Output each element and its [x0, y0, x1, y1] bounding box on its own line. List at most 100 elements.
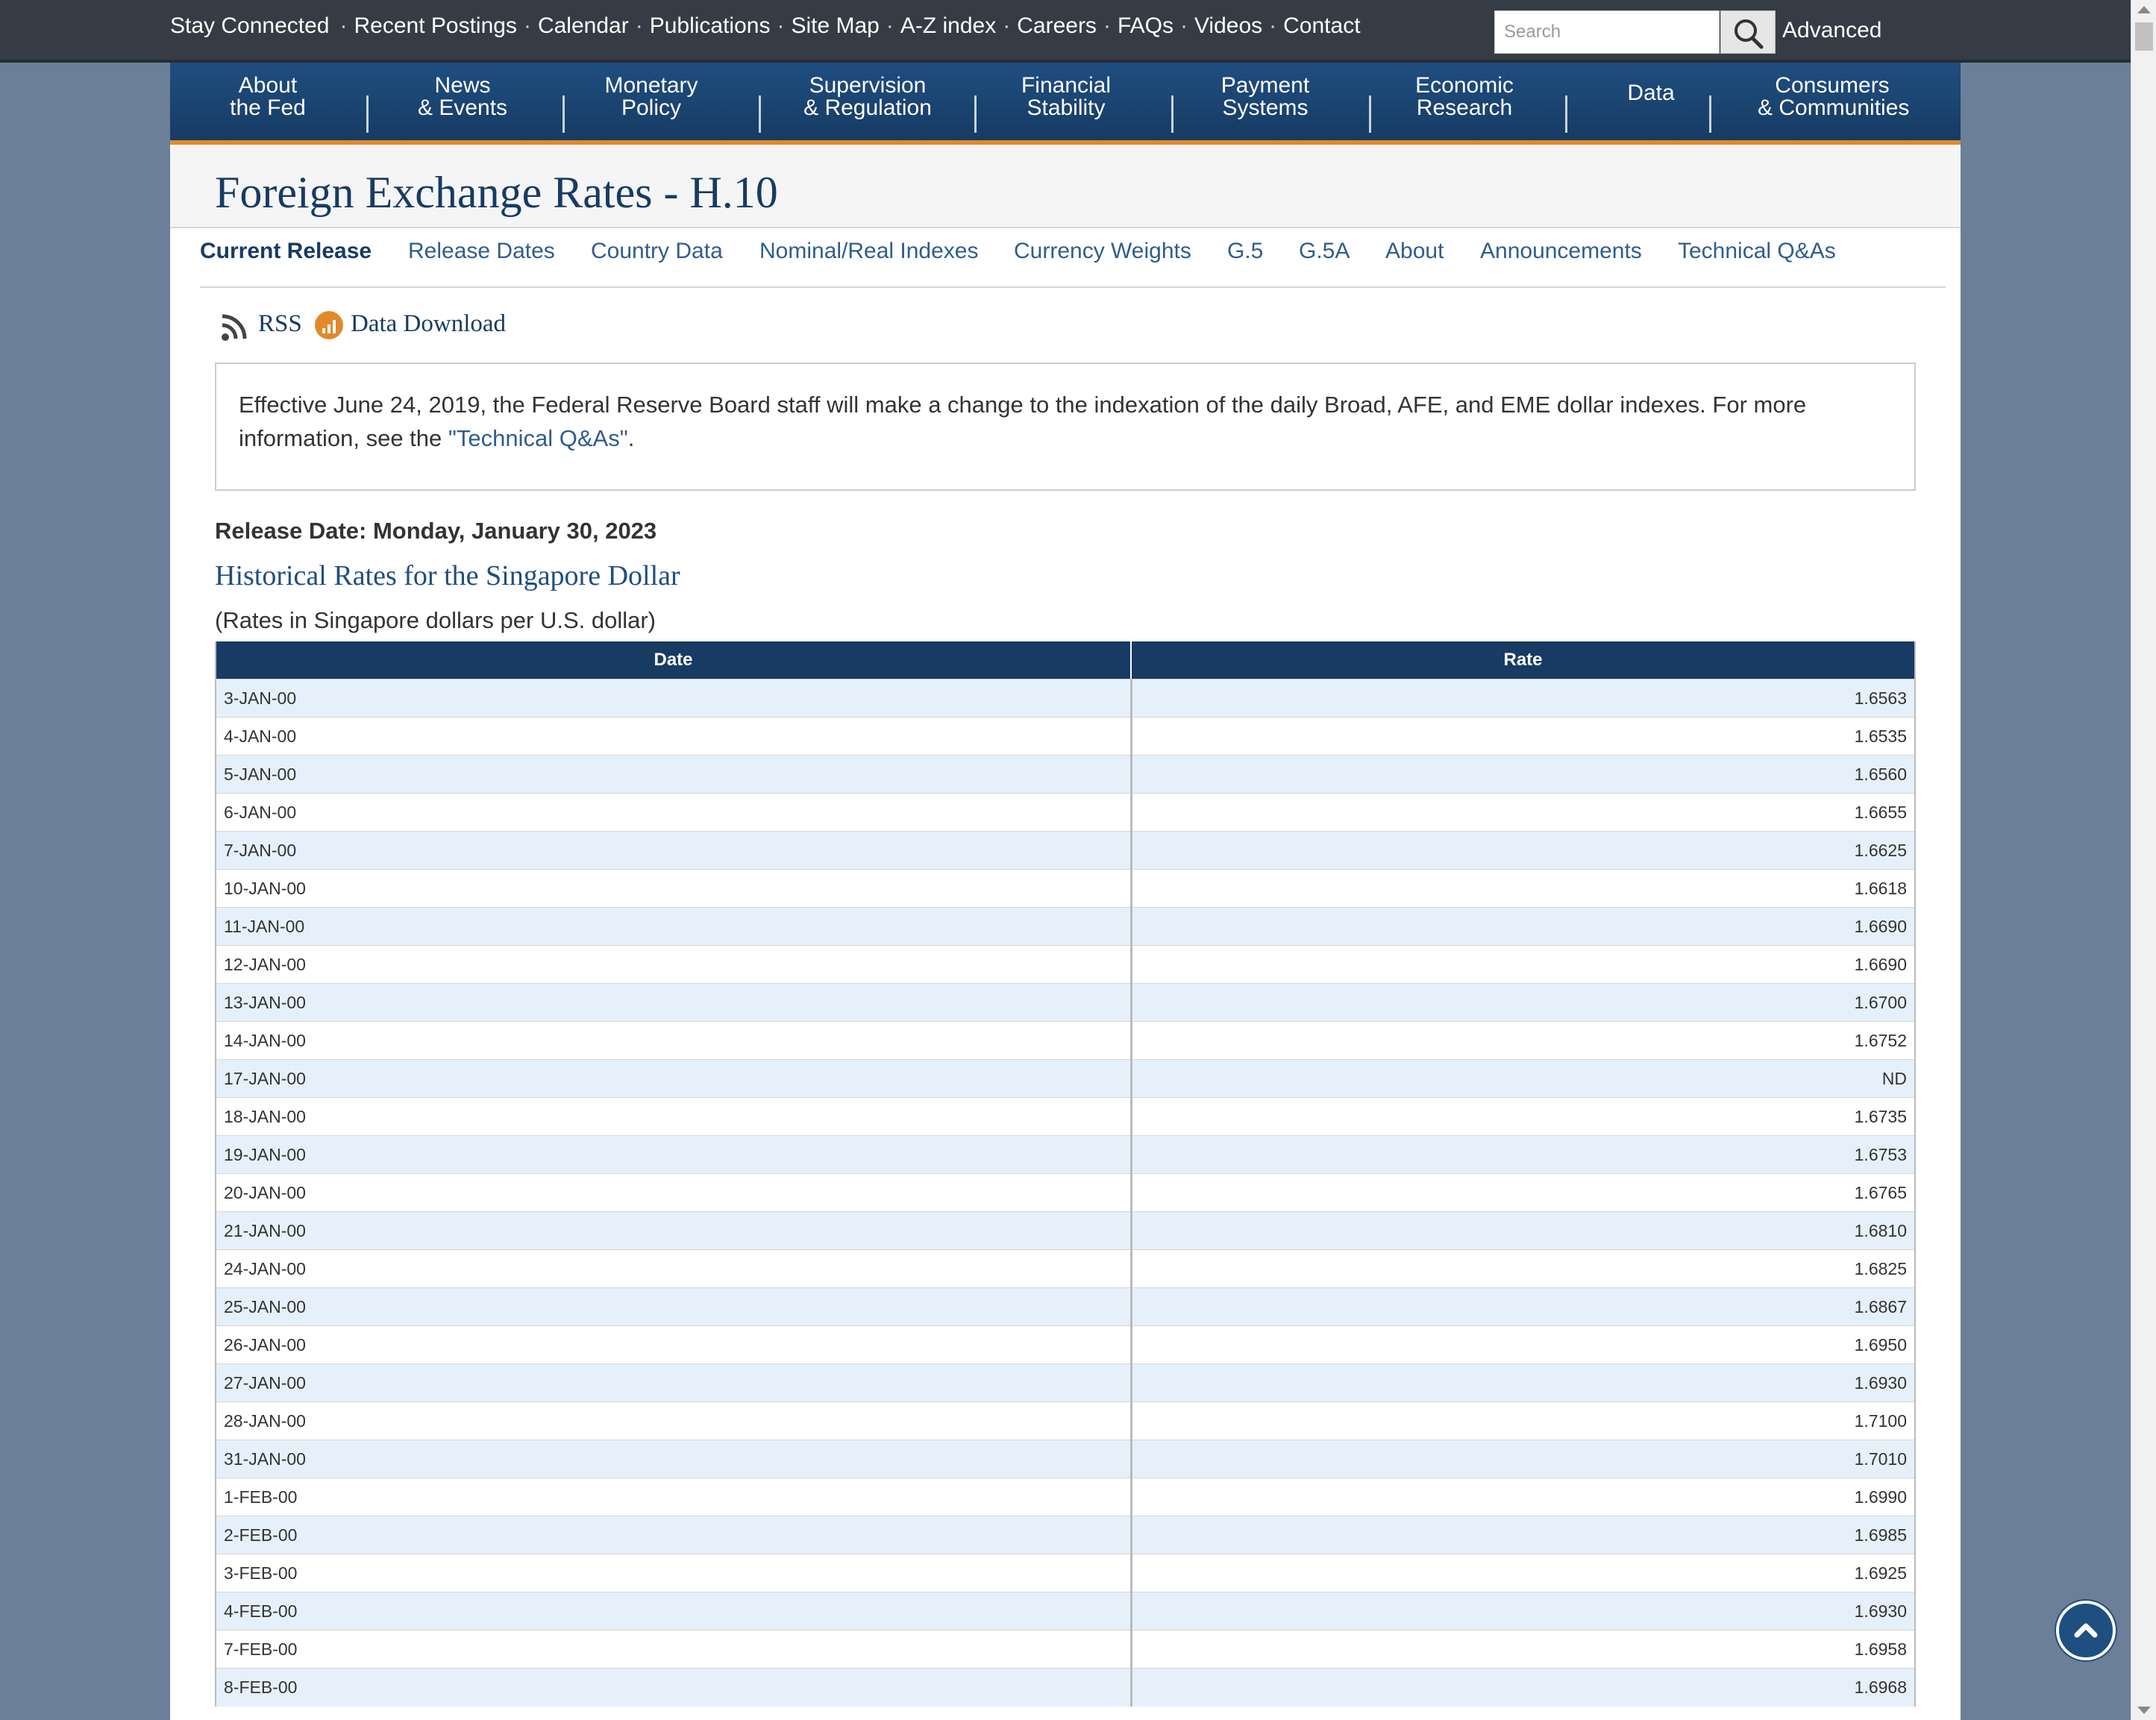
subnav-country-data[interactable]: Country Data: [591, 239, 723, 264]
link-stay-connected[interactable]: Stay Connected: [170, 13, 329, 38]
date-cell: 21-JAN-00: [216, 1211, 1131, 1250]
subnav-g5a[interactable]: G.5A: [1299, 239, 1350, 264]
nav-divider: [974, 95, 977, 133]
table-row: 7-JAN-00 1.6625: [216, 831, 1915, 870]
nav-news-events[interactable]: News & Events: [401, 75, 524, 119]
table-body: 3-JAN-00 1.6563 4-JAN-00 1.6535 5-JAN-00 1.65…: [216, 679, 1915, 1707]
units-note: (Rates in Singapore dollars per U.S. dol…: [215, 607, 656, 633]
table-row: 18-JAN-00 1.6735: [216, 1097, 1915, 1136]
rate-cell: 1.6985: [1129, 1516, 1915, 1554]
column-header-date[interactable]: Date: [216, 641, 1131, 679]
date-cell: 10-JAN-00: [216, 869, 1131, 908]
nav-about-the-fed[interactable]: About the Fed: [215, 75, 321, 119]
table-row: 11-JAN-00 1.6690: [216, 907, 1915, 946]
nav-divider: [1709, 95, 1711, 133]
scroll-down-arrow-icon[interactable]: [2137, 1707, 2151, 1714]
rate-cell: 1.6753: [1129, 1135, 1915, 1174]
rate-cell: 1.6690: [1129, 907, 1915, 946]
date-cell: 7-FEB-00: [216, 1630, 1131, 1669]
table-row: 4-FEB-00 1.6930: [216, 1592, 1915, 1630]
subnav-currency-weights[interactable]: Currency Weights: [1014, 239, 1191, 264]
table-row: 1-FEB-00 1.6990: [216, 1478, 1915, 1516]
date-cell: 17-JAN-00: [216, 1059, 1131, 1098]
subnav-announcements[interactable]: Announcements: [1480, 239, 1642, 264]
date-cell: 3-JAN-00: [216, 679, 1131, 718]
rate-cell: 1.6825: [1129, 1249, 1915, 1288]
utility-links: Stay Connected · Recent Postings · Calendar ·…: [170, 13, 1361, 38]
link-publications[interactable]: Publications: [650, 13, 771, 38]
nav-payment-systems[interactable]: Payment Systems: [1219, 75, 1312, 119]
date-cell: 7-JAN-00: [216, 831, 1131, 870]
rss-link[interactable]: RSS: [258, 310, 302, 338]
subnav-technical-qas[interactable]: Technical Q&As: [1678, 239, 1836, 264]
utility-bar: Stay Connected · Recent Postings · Calendar ·…: [0, 0, 2131, 63]
column-header-rate[interactable]: Rate: [1130, 641, 1915, 679]
table-row: 21-JAN-00 1.6810: [216, 1211, 1915, 1250]
rate-cell: 1.6930: [1129, 1592, 1915, 1630]
historical-rates-title: Historical Rates for the Singapore Dolla…: [215, 560, 680, 591]
date-cell: 8-FEB-00: [216, 1668, 1131, 1707]
back-to-top-button[interactable]: [2056, 1601, 2116, 1660]
table-row: 19-JAN-00 1.6753: [216, 1135, 1915, 1174]
link-faqs[interactable]: FAQs: [1118, 13, 1173, 38]
main-navigation: About the Fed News & Events Monetary Policy…: [170, 63, 1961, 145]
date-cell: 11-JAN-00: [216, 907, 1131, 946]
rate-cell: 1.6765: [1129, 1173, 1915, 1212]
link-careers[interactable]: Careers: [1017, 13, 1097, 38]
content-panel: Foreign Exchange Rates - H.10 Current Re…: [170, 145, 1961, 1720]
subnav-about[interactable]: About: [1385, 239, 1444, 264]
table-row: 25-JAN-00 1.6867: [216, 1287, 1915, 1326]
nav-consumers-communities[interactable]: Consumers & Communities: [1758, 75, 1909, 119]
search-icon: [1734, 19, 1764, 49]
rate-cell: 1.6990: [1129, 1478, 1915, 1516]
date-cell: 31-JAN-00: [216, 1440, 1131, 1478]
link-videos[interactable]: Videos: [1194, 13, 1262, 38]
link-calendar[interactable]: Calendar: [538, 13, 629, 38]
rate-cell: 1.6563: [1129, 679, 1915, 718]
table-row: 5-JAN-00 1.6560: [216, 755, 1915, 794]
page-scrollbar[interactable]: [2131, 0, 2156, 1720]
search-input[interactable]: Search: [1494, 10, 1720, 54]
technical-qas-link[interactable]: "Technical Q&As": [448, 425, 628, 451]
subnav-current-release[interactable]: Current Release: [200, 239, 372, 264]
subnav-g5[interactable]: G.5: [1227, 239, 1263, 264]
nav-economic-research[interactable]: Economic Research: [1412, 75, 1517, 119]
date-cell: 6-JAN-00: [216, 793, 1131, 832]
date-cell: 12-JAN-00: [216, 945, 1131, 984]
date-cell: 19-JAN-00: [216, 1135, 1131, 1174]
rate-cell: 1.7100: [1129, 1402, 1915, 1440]
rate-cell: 1.6560: [1129, 755, 1915, 794]
table-row: 28-JAN-00 1.7100: [216, 1402, 1915, 1440]
table-row: 6-JAN-00 1.6655: [216, 793, 1915, 832]
table-row: 17-JAN-00 ND: [216, 1059, 1915, 1098]
rate-cell: 1.6735: [1129, 1097, 1915, 1136]
table-row: 24-JAN-00 1.6825: [216, 1249, 1915, 1288]
table-row: 4-JAN-00 1.6535: [216, 717, 1915, 756]
release-subnav: Current Release Release Dates Country Da…: [200, 239, 1946, 288]
nav-data[interactable]: Data: [1606, 82, 1696, 104]
subnav-release-dates[interactable]: Release Dates: [408, 239, 555, 264]
link-a-z-index[interactable]: A-Z index: [900, 13, 996, 38]
nav-financial-stability[interactable]: Financial Stability: [1019, 75, 1113, 119]
date-cell: 2-FEB-00: [216, 1516, 1131, 1554]
date-cell: 27-JAN-00: [216, 1363, 1131, 1402]
rss-icon[interactable]: [219, 309, 252, 342]
advanced-search-link[interactable]: Advanced: [1782, 18, 1881, 43]
scroll-thumb[interactable]: [2135, 22, 2153, 51]
link-recent-postings[interactable]: Recent Postings: [354, 13, 516, 38]
link-site-map[interactable]: Site Map: [791, 13, 879, 38]
date-cell: 28-JAN-00: [216, 1402, 1131, 1440]
link-contact[interactable]: Contact: [1283, 13, 1360, 38]
subnav-nominal-real-indexes[interactable]: Nominal/Real Indexes: [759, 239, 978, 264]
data-download-link[interactable]: Data Download: [351, 310, 506, 338]
nav-supervision-regulation[interactable]: Supervision & Regulation: [797, 75, 938, 119]
search-button[interactable]: [1720, 10, 1776, 54]
scroll-up-arrow-icon[interactable]: [2137, 6, 2151, 13]
nav-divider: [1369, 95, 1371, 133]
nav-monetary-policy[interactable]: Monetary Policy: [603, 75, 700, 119]
rate-cell: 1.7010: [1129, 1440, 1915, 1478]
table-row: 3-FEB-00 1.6925: [216, 1554, 1915, 1592]
data-download-icon[interactable]: [314, 310, 344, 340]
date-cell: 26-JAN-00: [216, 1325, 1131, 1364]
chevron-up-icon: [2074, 1623, 2098, 1638]
